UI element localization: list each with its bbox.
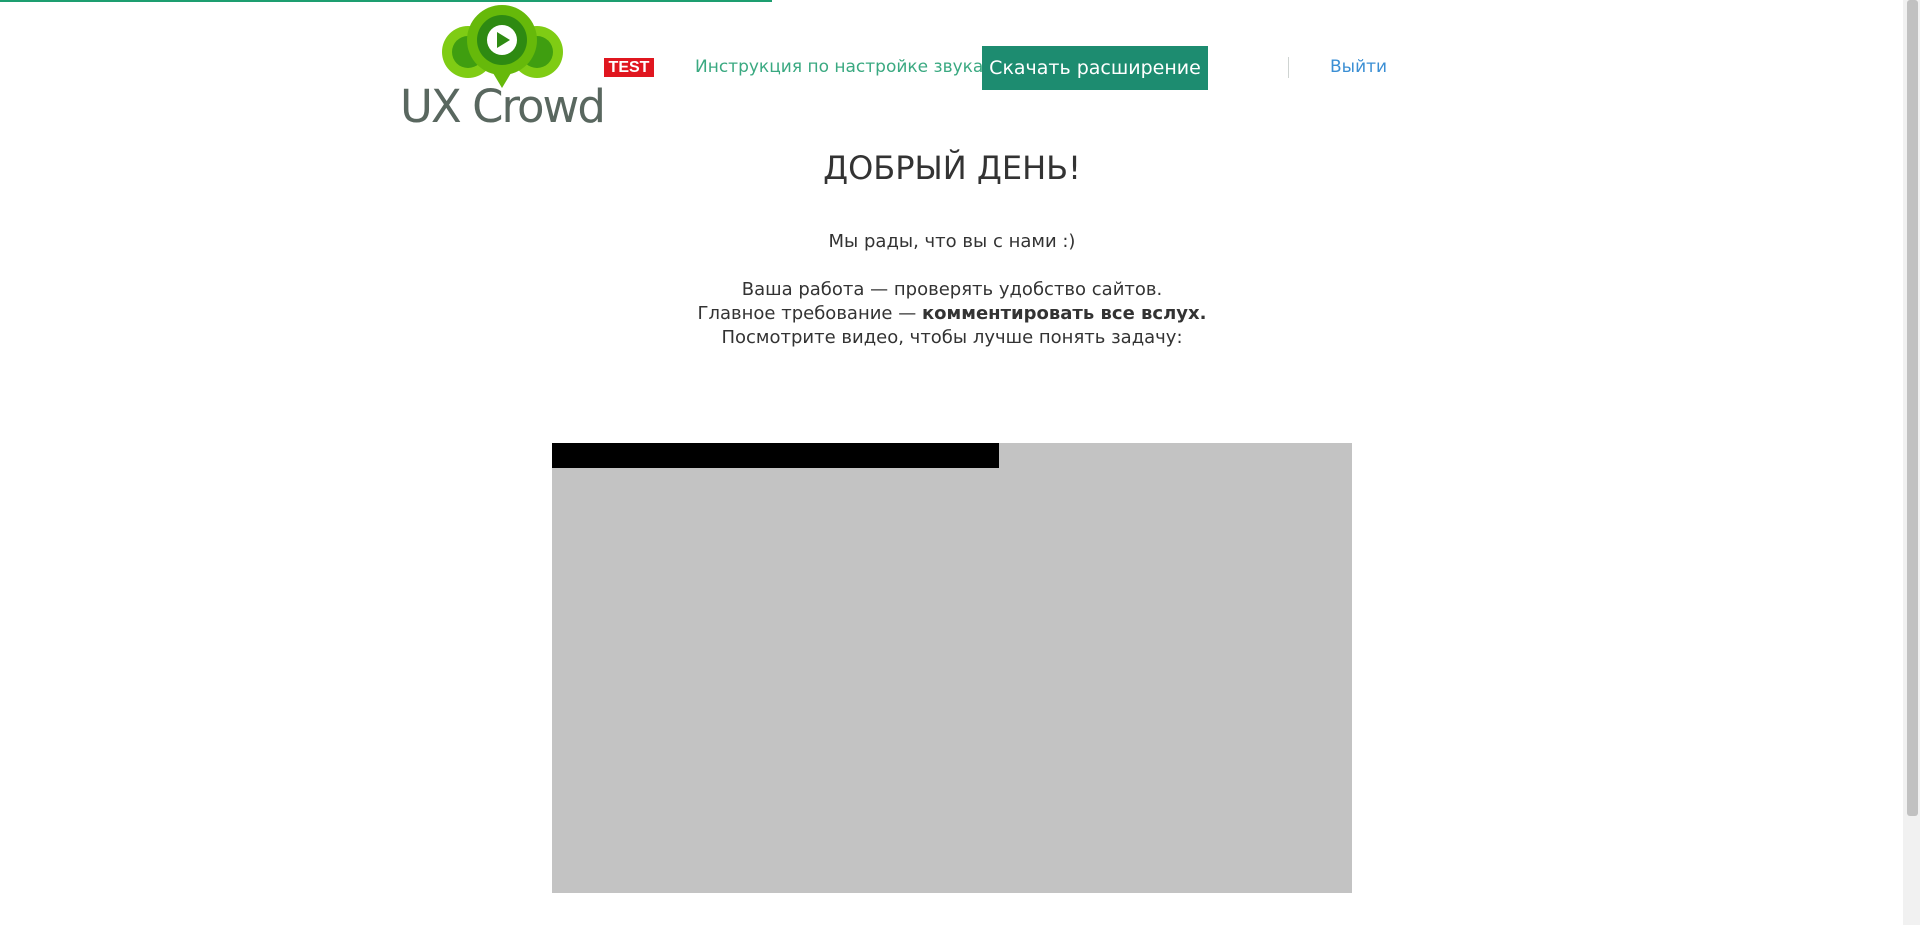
instruction-video-player[interactable]	[552, 443, 1352, 893]
task-description: Ваша работа — проверять удобство сайтов.…	[0, 278, 1904, 350]
uxcrowd-logo[interactable]: UX Crowd	[400, 2, 606, 132]
greeting-heading: ДОБРЫЙ ДЕНЬ!	[823, 149, 1081, 187]
task-line-2: Главное требование — комментировать все …	[0, 302, 1904, 326]
test-environment-badge: TEST	[604, 58, 654, 77]
sound-setup-instructions-link[interactable]: Инструкция по настройке звука	[695, 56, 983, 78]
task-line-2-prefix: Главное требование —	[697, 303, 922, 324]
play-bubbles-icon	[442, 5, 563, 88]
loading-progress-bar	[0, 0, 772, 2]
intro-text: Мы рады, что вы с нами :)	[828, 231, 1076, 252]
page: UX Crowd TEST Инструкция по настройке зв…	[0, 0, 1920, 925]
download-extension-button[interactable]: Скачать расширение	[982, 46, 1208, 90]
task-line-3: Посмотрите видео, чтобы лучше понять зад…	[721, 327, 1183, 348]
header-divider	[1288, 57, 1289, 78]
page-scrollbar[interactable]	[1903, 0, 1920, 925]
video-loading-bar	[552, 443, 999, 468]
logo-wordmark: UX Crowd	[400, 80, 606, 133]
logout-link[interactable]: Выйти	[1330, 56, 1387, 78]
task-line-1: Ваша работа — проверять удобство сайтов.	[741, 279, 1163, 300]
task-line-2-emphasis: комментировать все вслух.	[921, 303, 1207, 324]
scrollbar-thumb[interactable]	[1907, 0, 1918, 816]
